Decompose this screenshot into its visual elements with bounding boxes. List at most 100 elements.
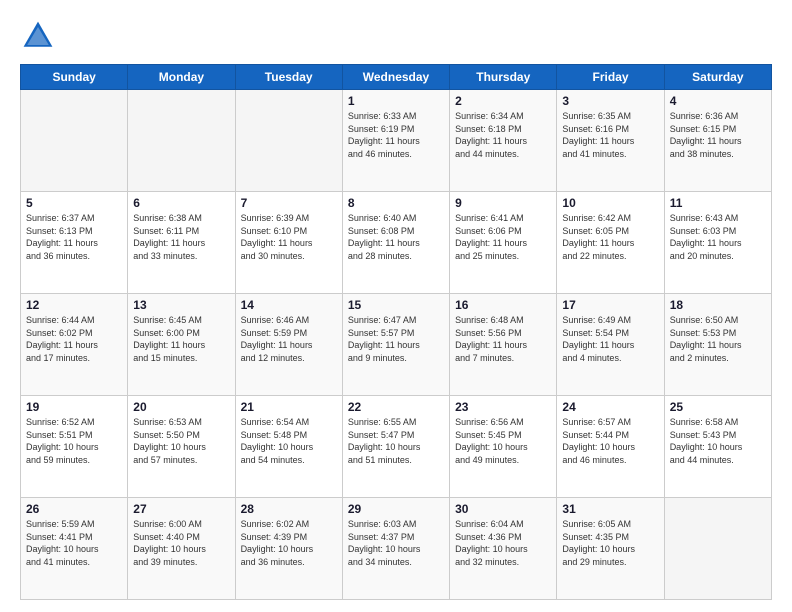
day-info: Sunrise: 6:05 AMSunset: 4:35 PMDaylight:… [562,518,658,568]
weekday-header-row: SundayMondayTuesdayWednesdayThursdayFrid… [21,65,772,90]
day-number: 11 [670,196,766,210]
day-info: Sunrise: 6:47 AMSunset: 5:57 PMDaylight:… [348,314,444,364]
day-info: Sunrise: 6:57 AMSunset: 5:44 PMDaylight:… [562,416,658,466]
day-info: Sunrise: 6:46 AMSunset: 5:59 PMDaylight:… [241,314,337,364]
day-info: Sunrise: 6:00 AMSunset: 4:40 PMDaylight:… [133,518,229,568]
calendar-cell [664,498,771,600]
calendar-cell: 3 Sunrise: 6:35 AMSunset: 6:16 PMDaylight… [557,90,664,192]
day-number: 26 [26,502,122,516]
day-info: Sunrise: 6:35 AMSunset: 6:16 PMDaylight:… [562,110,658,160]
calendar-cell: 13Sunrise: 6:45 AMSunset: 6:00 PMDayligh… [128,294,235,396]
calendar-week-5: 26Sunrise: 5:59 AMSunset: 4:41 PMDayligh… [21,498,772,600]
calendar-table: SundayMondayTuesdayWednesdayThursdayFrid… [20,64,772,600]
calendar-cell: 27 Sunrise: 6:00 AMSunset: 4:40 PMDayligh… [128,498,235,600]
calendar-cell: 26Sunrise: 5:59 AMSunset: 4:41 PMDayligh… [21,498,128,600]
calendar-cell [235,90,342,192]
day-number: 14 [241,298,337,312]
calendar-cell: 2Sunrise: 6:34 AMSunset: 6:18 PMDaylight… [450,90,557,192]
calendar-cell: 7 Sunrise: 6:39 AMSunset: 6:10 PMDaylight… [235,192,342,294]
day-info: Sunrise: 6:50 AMSunset: 5:53 PMDaylight:… [670,314,766,364]
day-info: Sunrise: 6:54 AMSunset: 5:48 PMDaylight:… [241,416,337,466]
day-number: 18 [670,298,766,312]
calendar-cell: 5Sunrise: 6:37 AMSunset: 6:13 PMDaylight… [21,192,128,294]
day-info: Sunrise: 6:02 AMSunset: 4:39 PMDaylight:… [241,518,337,568]
weekday-wednesday: Wednesday [342,65,449,90]
day-info: Sunrise: 6:37 AMSunset: 6:13 PMDaylight:… [26,212,122,262]
day-number: 2 [455,94,551,108]
weekday-tuesday: Tuesday [235,65,342,90]
calendar-cell: 29 Sunrise: 6:03 AMSunset: 4:37 PMDayligh… [342,498,449,600]
day-number: 19 [26,400,122,414]
calendar-cell: 19 Sunrise: 6:52 AMSunset: 5:51 PMDayligh… [21,396,128,498]
weekday-saturday: Saturday [664,65,771,90]
day-number: 1 [348,94,444,108]
day-number: 3 [562,94,658,108]
calendar-cell: 24 Sunrise: 6:57 AMSunset: 5:44 PMDayligh… [557,396,664,498]
day-info: Sunrise: 6:53 AMSunset: 5:50 PMDaylight:… [133,416,229,466]
day-number: 16 [455,298,551,312]
calendar-cell: 21 Sunrise: 6:54 AMSunset: 5:48 PMDayligh… [235,396,342,498]
day-info: Sunrise: 6:04 AMSunset: 4:36 PMDaylight:… [455,518,551,568]
day-info: Sunrise: 6:41 AMSunset: 6:06 PMDaylight:… [455,212,551,262]
calendar-cell: 28 Sunrise: 6:02 AMSunset: 4:39 PMDayligh… [235,498,342,600]
calendar-week-1: 1 Sunrise: 6:33 AMSunset: 6:19 PMDaylight… [21,90,772,192]
day-info: Sunrise: 6:55 AMSunset: 5:47 PMDaylight:… [348,416,444,466]
day-info: Sunrise: 6:33 AMSunset: 6:19 PMDaylight:… [348,110,444,160]
calendar-cell: 25 Sunrise: 6:58 AMSunset: 5:43 PMDayligh… [664,396,771,498]
day-number: 28 [241,502,337,516]
day-number: 24 [562,400,658,414]
calendar-cell: 15 Sunrise: 6:47 AMSunset: 5:57 PMDayligh… [342,294,449,396]
day-info: Sunrise: 6:49 AMSunset: 5:54 PMDaylight:… [562,314,658,364]
calendar-cell: 4Sunrise: 6:36 AMSunset: 6:15 PMDaylight… [664,90,771,192]
calendar-cell: 20 Sunrise: 6:53 AMSunset: 5:50 PMDayligh… [128,396,235,498]
day-info: Sunrise: 6:58 AMSunset: 5:43 PMDaylight:… [670,416,766,466]
day-info: Sunrise: 6:39 AMSunset: 6:10 PMDaylight:… [241,212,337,262]
day-info: Sunrise: 6:43 AMSunset: 6:03 PMDaylight:… [670,212,766,262]
day-info: Sunrise: 6:52 AMSunset: 5:51 PMDaylight:… [26,416,122,466]
calendar-cell: 12Sunrise: 6:44 AMSunset: 6:02 PMDayligh… [21,294,128,396]
day-number: 7 [241,196,337,210]
day-info: Sunrise: 6:03 AMSunset: 4:37 PMDaylight:… [348,518,444,568]
calendar-cell: 30 Sunrise: 6:04 AMSunset: 4:36 PMDayligh… [450,498,557,600]
day-number: 6 [133,196,229,210]
calendar-cell [128,90,235,192]
calendar-week-2: 5Sunrise: 6:37 AMSunset: 6:13 PMDaylight… [21,192,772,294]
day-number: 29 [348,502,444,516]
day-number: 23 [455,400,551,414]
calendar-week-3: 12Sunrise: 6:44 AMSunset: 6:02 PMDayligh… [21,294,772,396]
weekday-monday: Monday [128,65,235,90]
calendar-cell: 11 Sunrise: 6:43 AMSunset: 6:03 PMDayligh… [664,192,771,294]
calendar-cell: 16 Sunrise: 6:48 AMSunset: 5:56 PMDayligh… [450,294,557,396]
weekday-thursday: Thursday [450,65,557,90]
calendar-cell: 14 Sunrise: 6:46 AMSunset: 5:59 PMDayligh… [235,294,342,396]
calendar-week-4: 19 Sunrise: 6:52 AMSunset: 5:51 PMDayligh… [21,396,772,498]
logo-icon [20,18,56,54]
day-number: 27 [133,502,229,516]
calendar-cell: 10Sunrise: 6:42 AMSunset: 6:05 PMDayligh… [557,192,664,294]
day-number: 15 [348,298,444,312]
day-number: 10 [562,196,658,210]
day-number: 30 [455,502,551,516]
header [20,18,772,54]
day-info: Sunrise: 6:56 AMSunset: 5:45 PMDaylight:… [455,416,551,466]
calendar-cell: 8 Sunrise: 6:40 AMSunset: 6:08 PMDaylight… [342,192,449,294]
day-info: Sunrise: 6:45 AMSunset: 6:00 PMDaylight:… [133,314,229,364]
logo [20,18,62,54]
calendar-cell: 17Sunrise: 6:49 AMSunset: 5:54 PMDayligh… [557,294,664,396]
day-info: Sunrise: 6:38 AMSunset: 6:11 PMDaylight:… [133,212,229,262]
day-number: 21 [241,400,337,414]
day-info: Sunrise: 6:40 AMSunset: 6:08 PMDaylight:… [348,212,444,262]
day-info: Sunrise: 6:44 AMSunset: 6:02 PMDaylight:… [26,314,122,364]
day-number: 22 [348,400,444,414]
day-number: 25 [670,400,766,414]
calendar-cell: 6 Sunrise: 6:38 AMSunset: 6:11 PMDaylight… [128,192,235,294]
calendar-cell: 18 Sunrise: 6:50 AMSunset: 5:53 PMDayligh… [664,294,771,396]
day-info: Sunrise: 6:36 AMSunset: 6:15 PMDaylight:… [670,110,766,160]
day-number: 20 [133,400,229,414]
day-number: 9 [455,196,551,210]
day-info: Sunrise: 6:48 AMSunset: 5:56 PMDaylight:… [455,314,551,364]
weekday-sunday: Sunday [21,65,128,90]
day-number: 8 [348,196,444,210]
calendar-cell: 31Sunrise: 6:05 AMSunset: 4:35 PMDayligh… [557,498,664,600]
calendar-cell: 1 Sunrise: 6:33 AMSunset: 6:19 PMDaylight… [342,90,449,192]
